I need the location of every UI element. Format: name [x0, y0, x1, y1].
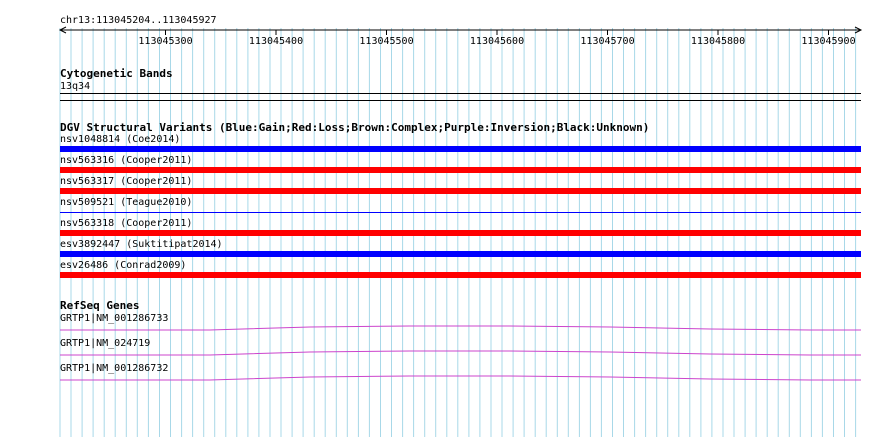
refseq-gene-model[interactable] [60, 325, 861, 331]
refseq-gene-model[interactable] [60, 350, 861, 356]
refseq-gene-models [60, 325, 861, 381]
refseq-gene-model[interactable] [60, 375, 861, 381]
